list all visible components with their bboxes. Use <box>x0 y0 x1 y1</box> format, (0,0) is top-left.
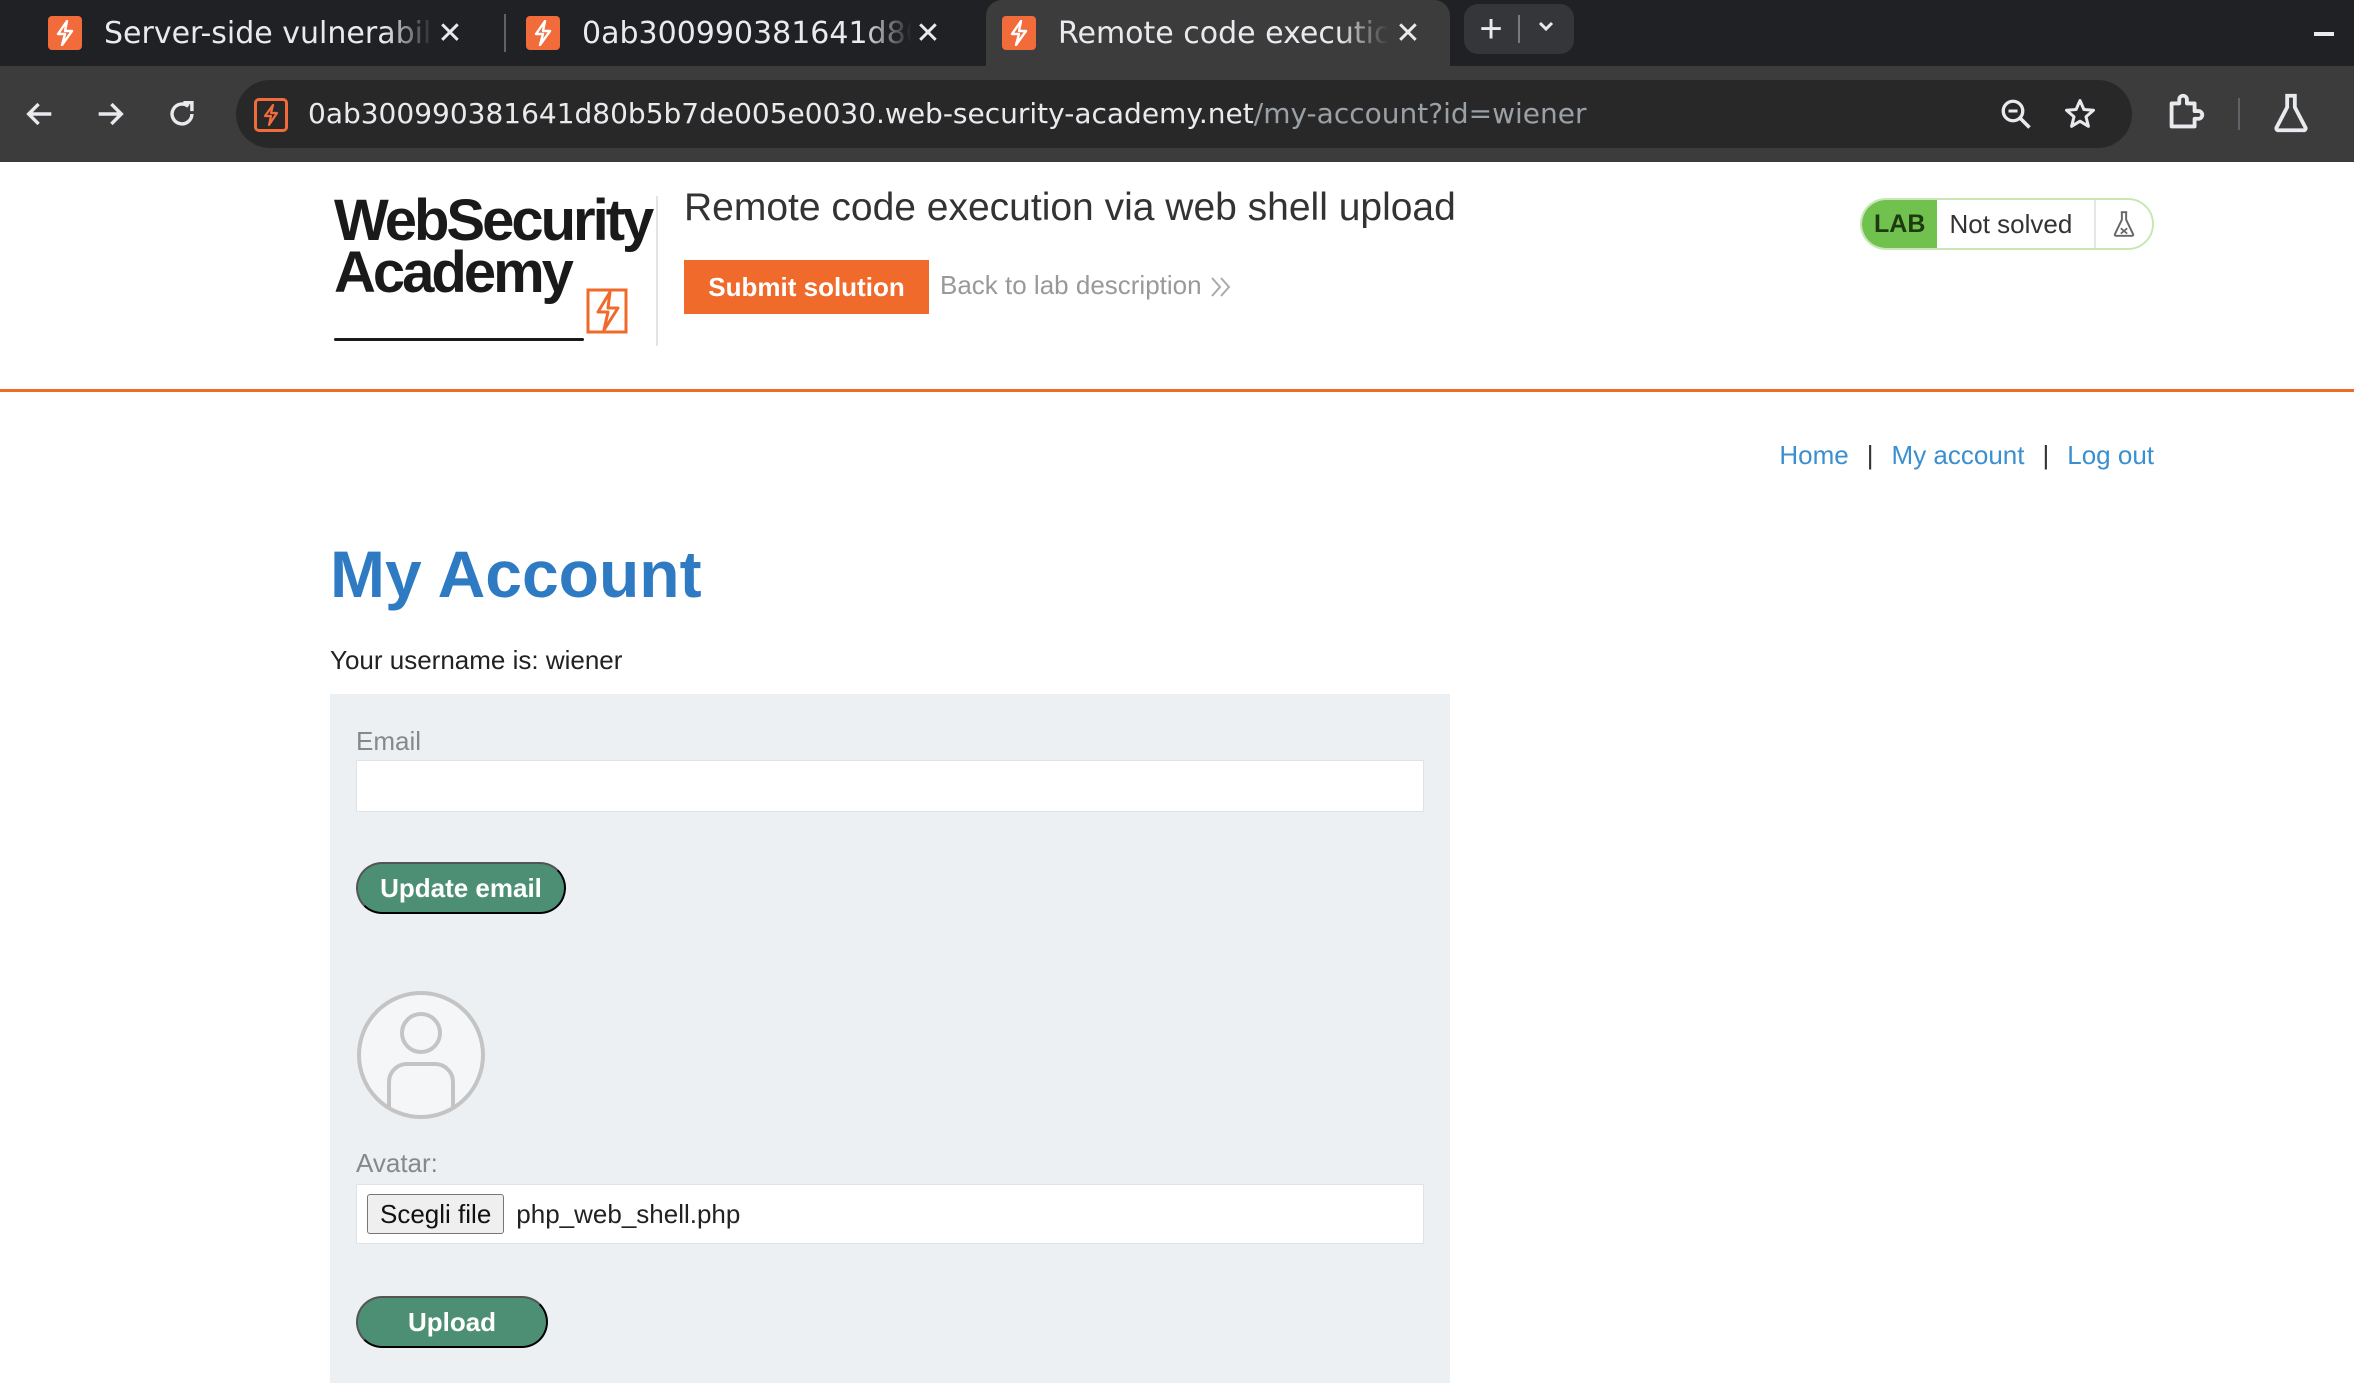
update-email-button[interactable]: Update email <box>356 862 566 914</box>
tab-title: 0ab300990381641d80b5b7de005e0030.web-sec… <box>582 15 912 51</box>
email-input[interactable] <box>356 760 1424 812</box>
page-title: My Account <box>330 537 702 611</box>
logo-underline <box>334 338 584 341</box>
tab-title: Server-side vulnerabilities <box>104 15 434 51</box>
submit-solution-button[interactable]: Submit solution <box>684 260 929 314</box>
browser-toolbar: 0ab300990381641d80b5b7de005e0030.web-sec… <box>0 66 2354 162</box>
nav-home-link[interactable]: Home <box>1779 440 1848 471</box>
username-text: Your username is: wiener <box>330 645 623 675</box>
upload-button[interactable]: Upload <box>356 1296 548 1348</box>
new-tab-group: + <box>1464 4 1574 54</box>
nav-separator: | <box>1866 440 1874 470</box>
selected-file-name: php_web_shell.php <box>516 1198 741 1229</box>
address-bar[interactable]: 0ab300990381641d80b5b7de005e0030.web-sec… <box>236 80 2132 148</box>
lab-flask-icon <box>2096 200 2152 248</box>
web-security-academy-logo[interactable]: WebSecurity Academy <box>330 192 660 341</box>
forward-arrow-icon[interactable] <box>86 90 134 138</box>
bookmark-star-icon[interactable] <box>2062 96 2098 132</box>
header-divider <box>656 196 658 346</box>
lab-label: LAB <box>1862 200 1938 248</box>
portswigger-favicon-icon <box>1002 16 1036 50</box>
close-tab-icon[interactable]: ✕ <box>1388 13 1428 53</box>
back-to-lab-description-link[interactable]: Back to lab description <box>940 270 1202 301</box>
lab-header: WebSecurity Academy Remote code executio… <box>0 162 2354 392</box>
tab-search-chevron-icon[interactable] <box>1520 16 1572 42</box>
url-text[interactable]: 0ab300990381641d80b5b7de005e0030.web-sec… <box>308 80 1586 148</box>
logo-line-2: Academy <box>334 240 574 305</box>
lab-status-text: Not solved <box>1937 200 2097 248</box>
nav-my-account-link[interactable]: My account <box>1892 440 2025 471</box>
lab-title: Remote code execution via web shell uplo… <box>684 186 1456 229</box>
logo-bolt-icon <box>586 288 628 334</box>
account-navigation: Home | My account | Log out <box>1779 440 2154 471</box>
tab-separator <box>504 14 506 52</box>
account-form-panel: Email Update email Avatar: Scegli file p… <box>330 694 1450 1383</box>
browser-tab-active[interactable]: Remote code execution via web shell uplo… <box>986 0 1450 66</box>
browser-tab[interactable]: Server-side vulnerabilities ✕ <box>48 0 492 66</box>
extensions-puzzle-icon[interactable] <box>2162 90 2208 136</box>
avatar-label: Avatar: <box>356 1148 438 1178</box>
toolbar-divider <box>2238 98 2240 130</box>
labs-flask-icon[interactable] <box>2268 90 2314 136</box>
url-path: /my-account?id=wiener <box>1253 97 1587 130</box>
nav-separator: | <box>2042 440 2050 470</box>
zoom-icon[interactable] <box>1998 96 2034 132</box>
double-chevron-right-icon <box>1211 277 1231 297</box>
email-label: Email <box>356 726 422 756</box>
portswigger-favicon-icon <box>526 16 560 50</box>
url-host: 0ab300990381641d80b5b7de005e0030.web-sec… <box>308 97 1254 130</box>
reload-icon[interactable] <box>158 90 206 138</box>
choose-file-button[interactable]: Scegli file <box>367 1194 505 1234</box>
tab-title: Remote code execution via web shell uplo… <box>1058 15 1388 51</box>
avatar-file-input[interactable]: Scegli file php_web_shell.php <box>356 1184 1424 1244</box>
close-tab-icon[interactable]: ✕ <box>908 13 948 53</box>
back-arrow-icon[interactable] <box>16 90 64 138</box>
portswigger-favicon-icon <box>48 16 82 50</box>
lab-status-badge: LAB Not solved <box>1860 198 2154 250</box>
close-tab-icon[interactable]: ✕ <box>430 13 470 53</box>
browser-tab[interactable]: 0ab300990381641d80b5b7de005e0030.web-sec… <box>526 0 970 66</box>
new-tab-icon[interactable]: + <box>1464 4 1518 54</box>
minimize-window-icon[interactable] <box>2314 32 2334 36</box>
nav-log-out-link[interactable]: Log out <box>2067 440 2154 471</box>
site-favicon-icon <box>254 98 288 132</box>
browser-tab-bar: Server-side vulnerabilities ✕ 0ab3009903… <box>0 0 2354 66</box>
avatar-placeholder-icon <box>357 991 485 1119</box>
